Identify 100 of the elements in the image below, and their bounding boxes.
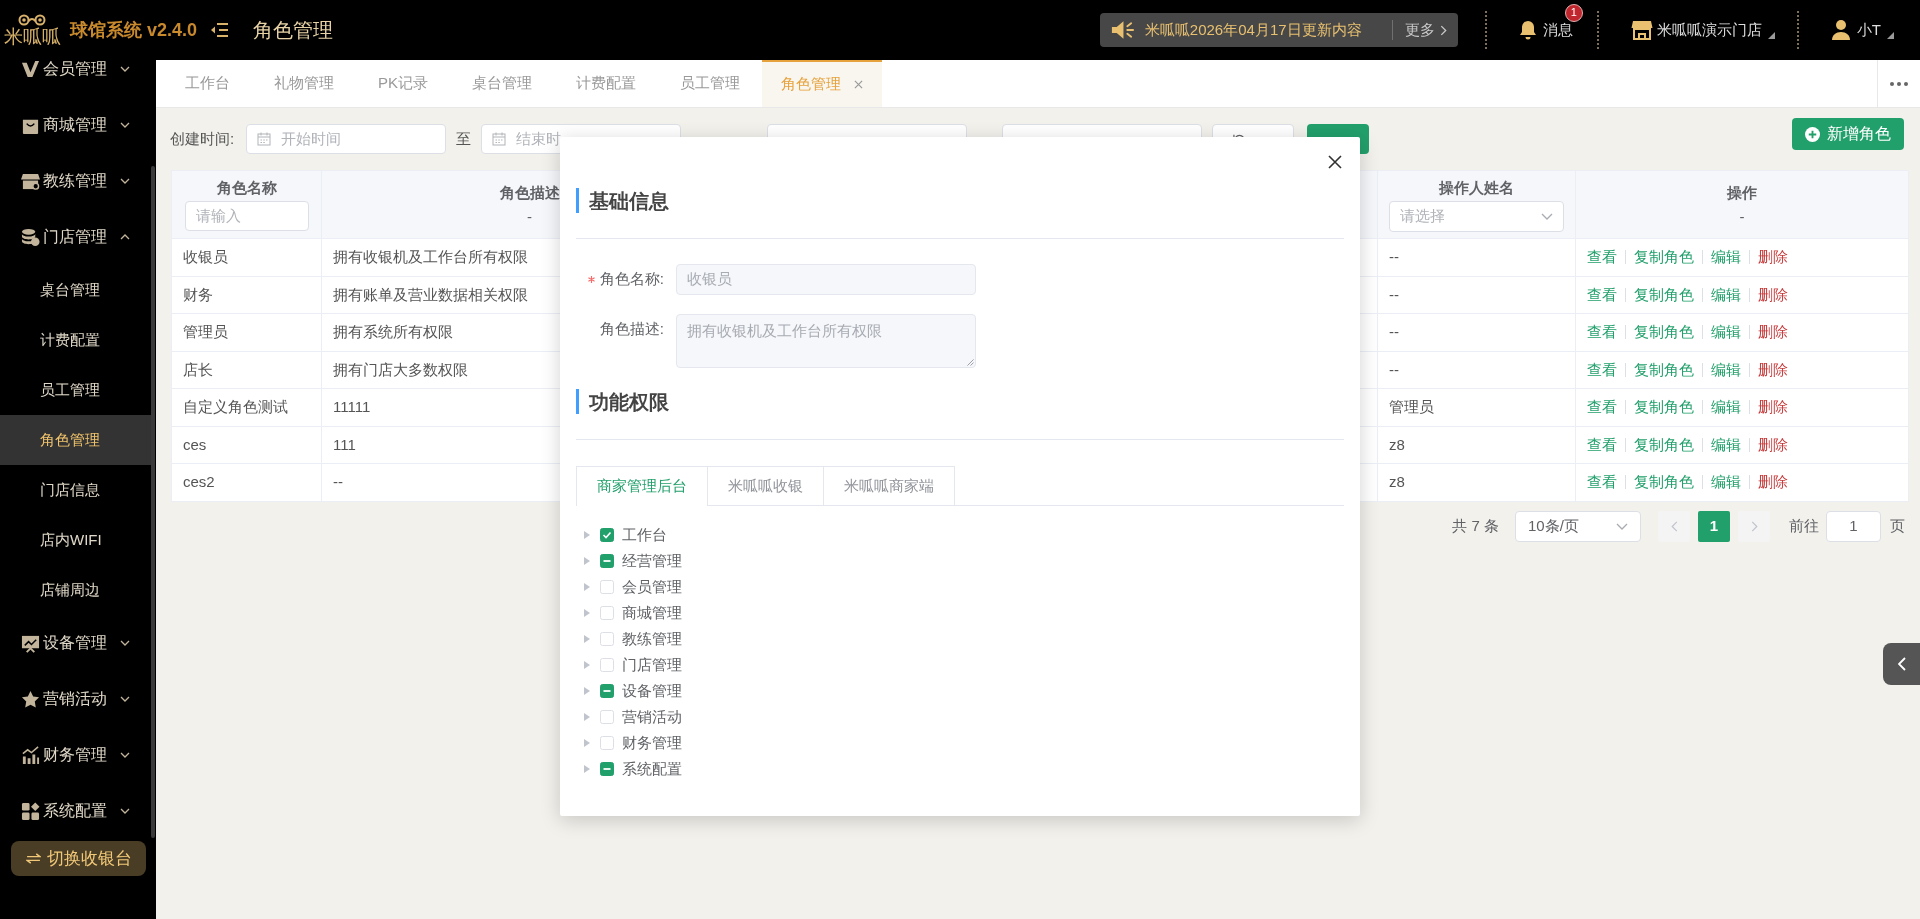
sidebar-submenu-item[interactable]: 角色管理 [0, 415, 151, 465]
more-link[interactable]: 更多 [1404, 18, 1447, 42]
delete-link[interactable]: 删除 [1758, 321, 1788, 344]
action-link[interactable]: 复制角色 [1634, 396, 1694, 419]
action-link[interactable]: 查看 [1587, 471, 1617, 494]
caret-icon[interactable] [1767, 31, 1775, 39]
tab[interactable]: 计费配置 [554, 60, 658, 107]
action-link[interactable]: 复制角色 [1634, 358, 1694, 381]
action-link[interactable]: 编辑 [1711, 321, 1741, 344]
user-icon[interactable] [1830, 19, 1851, 41]
page-button[interactable]: 1 [1698, 510, 1730, 542]
sidebar-submenu-item[interactable]: 店内WIFI [0, 515, 151, 565]
delete-link[interactable]: 删除 [1758, 471, 1788, 494]
store-icon[interactable] [1630, 19, 1653, 41]
delete-link[interactable]: 删除 [1758, 246, 1788, 269]
tab[interactable]: 员工管理 [658, 60, 762, 107]
tab[interactable]: 米呱呱商家端 [824, 466, 955, 505]
tree-node-label[interactable]: 设备管理 [622, 679, 682, 703]
sidebar-submenu-item[interactable]: 门店信息 [0, 465, 151, 515]
scrollbar-thumb[interactable] [151, 166, 155, 838]
sidebar-menu-item[interactable]: 营销活动 [0, 671, 156, 727]
column-filter-text: - [1739, 206, 1745, 227]
sidebar-submenu-item[interactable]: 桌台管理 [0, 265, 151, 315]
table-cell: ces2 [172, 464, 322, 502]
column-title: 操作 [1727, 182, 1757, 203]
action-link[interactable]: 编辑 [1711, 358, 1741, 381]
action-link[interactable]: 查看 [1587, 321, 1617, 344]
sidebar-menu-item[interactable]: 系统配置 [0, 783, 156, 839]
checkbox[interactable] [600, 684, 614, 698]
tab[interactable]: PK记录 [356, 60, 450, 107]
speaker-icon [1109, 19, 1135, 41]
tree-node-label[interactable]: 工作台 [622, 523, 667, 547]
sidebar-menu-item[interactable]: 门店管理 [0, 209, 156, 265]
action-link[interactable]: 查看 [1587, 246, 1617, 269]
page-input[interactable]: 1 [1826, 510, 1881, 542]
chevron-down-icon [1616, 522, 1628, 530]
sidebar-menu-item[interactable]: 财务管理 [0, 727, 156, 783]
checkbox[interactable] [600, 528, 614, 542]
tree-node-label[interactable]: 教练管理 [622, 627, 682, 651]
action-link[interactable]: 查看 [1587, 358, 1617, 381]
action-link[interactable]: 编辑 [1711, 396, 1741, 419]
table-cell: ces [172, 426, 322, 464]
action-link[interactable]: 编辑 [1711, 283, 1741, 306]
checkbox[interactable] [600, 762, 614, 776]
tree-node-label[interactable]: 门店管理 [622, 653, 682, 677]
action-link[interactable]: 查看 [1587, 396, 1617, 419]
delete-link[interactable]: 删除 [1758, 283, 1788, 306]
tab[interactable]: 米呱呱收银 [708, 466, 824, 505]
delete-link[interactable]: 删除 [1758, 396, 1788, 419]
action-link[interactable]: 复制角色 [1634, 433, 1694, 456]
store-name[interactable]: 米呱呱演示门店 [1656, 18, 1762, 42]
tree-node-label[interactable]: 财务管理 [622, 731, 682, 755]
tab[interactable]: 商家管理后台 [576, 466, 708, 506]
tree-node-label[interactable]: 商城管理 [622, 601, 682, 625]
app-name: 球馆系统 v2.4.0 [70, 18, 198, 42]
table-cell: -- [1378, 351, 1576, 389]
field-label: 角色描述: [599, 319, 664, 340]
checkbox[interactable] [600, 554, 614, 568]
action-link[interactable]: 编辑 [1711, 471, 1741, 494]
side-panel-toggle[interactable] [1883, 643, 1920, 685]
add-role-button[interactable]: 新增角色 [1792, 118, 1904, 150]
action-link[interactable]: 复制角色 [1634, 321, 1694, 344]
table-cell: 管理员 [172, 314, 322, 352]
sidebar-submenu-item[interactable]: 员工管理 [0, 365, 151, 415]
action-link[interactable]: 查看 [1587, 283, 1617, 306]
user-name[interactable]: 小T [1856, 18, 1881, 42]
action-link[interactable]: 编辑 [1711, 246, 1741, 269]
switch-cashier-button[interactable]: 切换收银台 [11, 841, 146, 876]
tree-node-label[interactable]: 会员管理 [622, 575, 682, 599]
sidebar-menu-item[interactable]: 设备管理 [0, 615, 156, 671]
caret-icon[interactable] [1887, 31, 1894, 39]
sidebar-submenu-item[interactable]: 店铺周边 [0, 565, 151, 615]
action-link[interactable]: 复制角色 [1634, 471, 1694, 494]
menu-collapse-icon[interactable] [211, 23, 229, 37]
delete-link[interactable]: 删除 [1758, 358, 1788, 381]
action-link[interactable]: 复制角色 [1634, 283, 1694, 306]
tree-node-label[interactable]: 经营管理 [622, 549, 682, 573]
tab[interactable]: 礼物管理 [252, 60, 356, 107]
action-link[interactable]: 复制角色 [1634, 246, 1694, 269]
table-cell: z8 [1378, 426, 1576, 464]
tab[interactable]: 工作台 [163, 60, 252, 107]
star-icon [21, 689, 40, 709]
tab[interactable]: 桌台管理 [450, 60, 554, 107]
action-link[interactable]: 编辑 [1711, 433, 1741, 456]
plus-circle-icon [1805, 126, 1820, 142]
sidebar-menu-item[interactable]: 会员管理 [0, 60, 156, 97]
chevron-left-icon [1670, 520, 1678, 532]
page-size-select[interactable]: 10条/页 [1515, 510, 1641, 542]
sidebar-menu-item[interactable]: 商城管理 [0, 97, 156, 153]
sidebar-submenu-item[interactable]: 计费配置 [0, 315, 151, 365]
bell-icon[interactable] [1517, 19, 1538, 41]
action-link[interactable]: 查看 [1587, 433, 1617, 456]
tree-node-label[interactable]: 系统配置 [622, 757, 682, 781]
sidebar-menu-item[interactable]: 教练管理 [0, 153, 156, 209]
delete-link[interactable]: 删除 [1758, 433, 1788, 456]
prev-page-button[interactable] [1658, 510, 1690, 542]
close-icon[interactable] [1328, 155, 1342, 169]
next-page-button[interactable] [1738, 510, 1770, 542]
tree-node-label[interactable]: 营销活动 [622, 705, 682, 729]
column-title: 角色名称 [216, 178, 277, 198]
